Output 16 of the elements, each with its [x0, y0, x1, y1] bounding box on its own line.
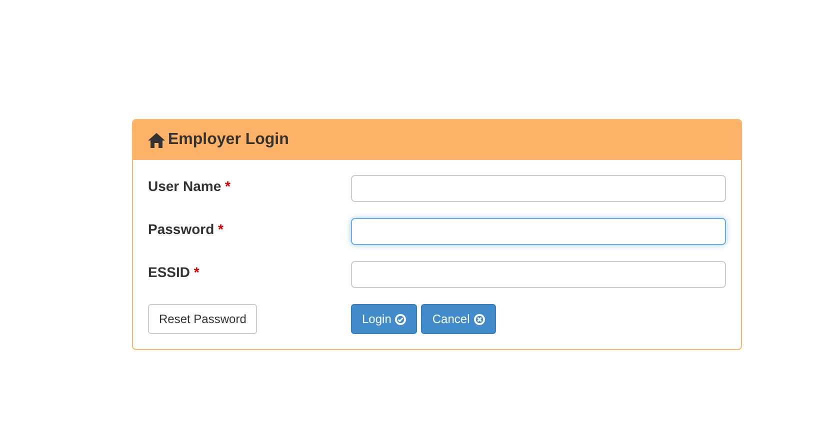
- input-field[interactable]: [351, 175, 726, 202]
- input-field[interactable]: [351, 218, 726, 245]
- input-field[interactable]: [351, 261, 726, 288]
- field-label: User Name: [148, 178, 222, 194]
- login-button[interactable]: Login: [351, 304, 418, 334]
- home-icon: [148, 132, 165, 148]
- cancel-button[interactable]: Cancel: [421, 304, 496, 334]
- check-circle-icon: [395, 314, 406, 324]
- field-label: Password: [148, 221, 214, 237]
- reset-password-button[interactable]: Reset Password: [148, 304, 258, 334]
- required-mark: *: [218, 221, 224, 237]
- close-circle-icon: [474, 314, 485, 324]
- panel-title: Employer Login: [168, 130, 289, 150]
- field-label: ESSID: [148, 264, 190, 280]
- required-mark: *: [225, 178, 230, 194]
- required-mark: *: [194, 264, 200, 280]
